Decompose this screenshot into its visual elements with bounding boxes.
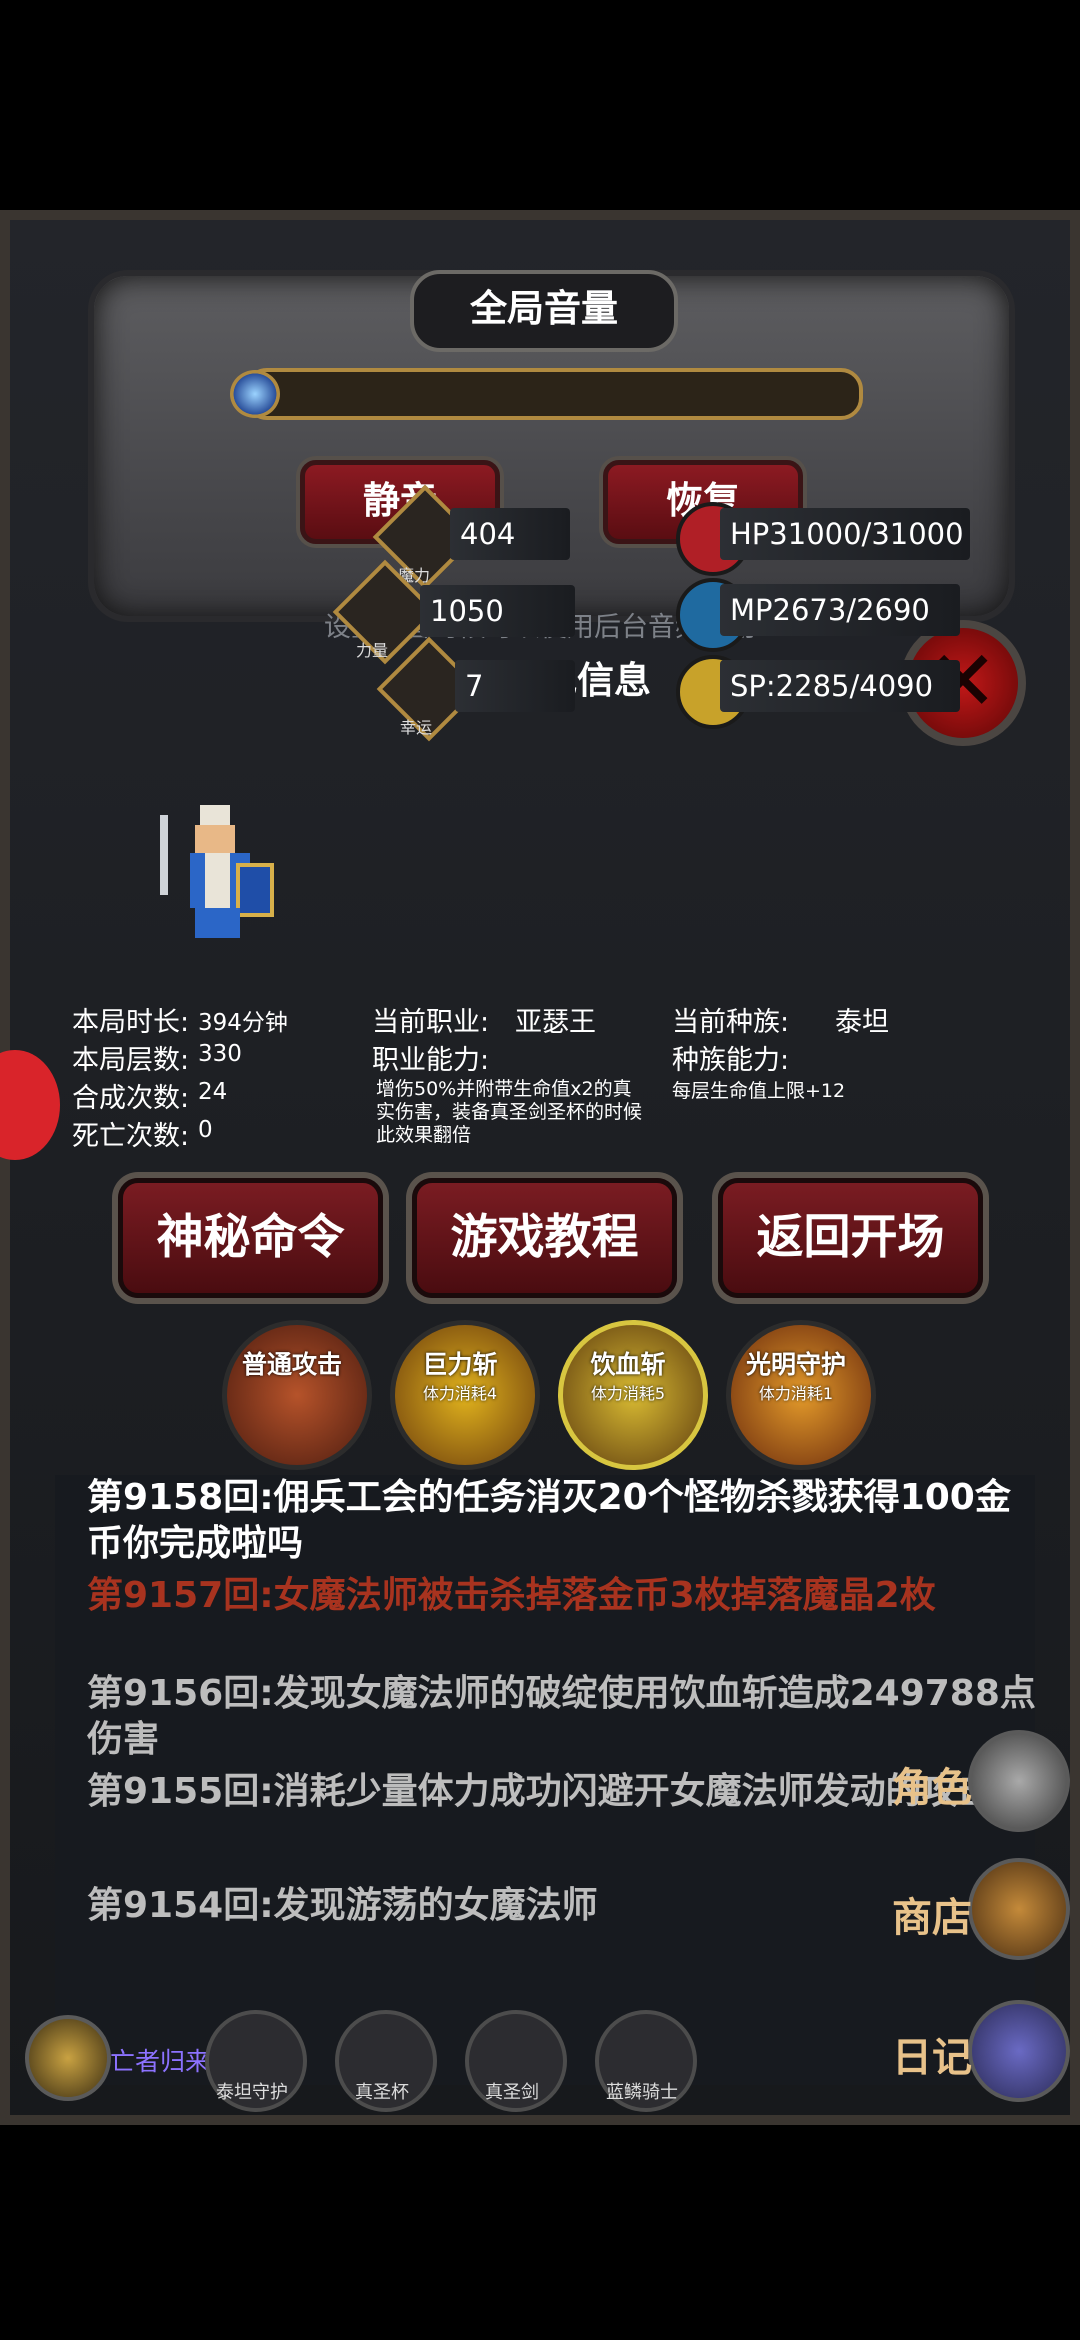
luck-stat-label: 幸运 <box>400 718 433 737</box>
item-label: 真圣剑 <box>485 2082 539 2103</box>
skill-name: 巨力斩 <box>422 1350 498 1379</box>
mp-value: MP2673/2690 <box>720 584 960 636</box>
skill-normal-attack[interactable] <box>222 1320 372 1470</box>
skill-cost: 体力消耗4 <box>422 1384 498 1403</box>
diary-button[interactable]: 日记 <box>892 2025 972 2083</box>
log-line: 第9158回:佣兵工会的任务消灭20个怪物杀戮获得100金币你完成啦吗 <box>87 1477 1011 1564</box>
skull-helmet-icon[interactable] <box>25 2015 111 2101</box>
job-ability-text: 增伤50%并附带生命值x2的真实伤害，装备真圣剑圣杯的时候此效果翻倍 <box>376 1078 643 1146</box>
race-value: 泰坦 <box>835 1007 889 1038</box>
power-stat-label: 力量 <box>356 641 389 660</box>
race-label: 当前种族: <box>672 1007 790 1038</box>
log-line: 第9157回:女魔法师被击杀掉落金币3枚掉落魔晶2枚 <box>87 1575 936 1616</box>
undead-return-label[interactable]: 亡者归来 <box>110 2042 210 2078</box>
race-ability-label: 种族能力: <box>672 1045 790 1076</box>
race-ability-text: 每层生命值上限+12 <box>672 1080 846 1102</box>
volume-title: 全局音量 <box>410 270 678 352</box>
item-label: 蓝鳞骑士 <box>606 2082 678 2103</box>
sp-value: SP:2285/4090 <box>720 660 960 712</box>
back-to-start-button[interactable]: 返回开场 <box>718 1178 983 1298</box>
job-ability-label: 职业能力: <box>372 1045 490 1076</box>
skill-name: 普通攻击 <box>241 1350 342 1379</box>
secret-command-button[interactable]: 神秘命令 <box>118 1178 383 1298</box>
game-screen: 全局音量 静音 恢复 设置静音时候可以使用后台音频应用 ✕ 当前角色信息 魔力 … <box>0 210 1080 2125</box>
job-label: 当前职业: <box>372 1007 490 1038</box>
volume-slider[interactable] <box>245 368 863 420</box>
job-value: 亚瑟王 <box>515 1007 596 1038</box>
craft-count-label: 合成次数: <box>72 1083 190 1114</box>
log-line: 第9156回:发现女魔法师的破绽使用饮血斩造成249788点伤害 <box>87 1673 1036 1760</box>
mug-icon[interactable] <box>968 1858 1070 1960</box>
skill-name: 饮血斩 <box>590 1350 666 1379</box>
skill-name: 光明守护 <box>745 1350 846 1379</box>
battle-log[interactable]: 第9158回:佣兵工会的任务消灭20个怪物杀戮获得100金币你完成啦吗 第915… <box>55 1475 1036 2085</box>
death-count-label: 死亡次数: <box>72 1121 190 1152</box>
power-stat-value: 1050 <box>420 585 575 637</box>
volume-slider-knob-icon[interactable] <box>230 370 280 418</box>
shop-button[interactable]: 商店 <box>892 1885 972 1943</box>
run-time-label: 本局时长: <box>72 1007 190 1038</box>
role-button[interactable]: 角色 <box>892 1755 972 1813</box>
hp-value: HP31000/31000 <box>720 508 970 560</box>
item-label: 泰坦守护 <box>216 2082 288 2103</box>
magic-stat-value: 404 <box>450 508 570 560</box>
run-floors-value: 330 <box>198 1041 242 1067</box>
luck-stat-value: 7 <box>455 660 575 712</box>
craft-count-value: 24 <box>198 1079 228 1105</box>
item-label: 真圣杯 <box>355 2082 409 2103</box>
skill-cost: 体力消耗5 <box>590 1384 666 1403</box>
hero-sprite-icon <box>160 805 274 938</box>
death-count-value: 0 <box>198 1117 213 1143</box>
book-icon[interactable] <box>968 2000 1070 2102</box>
run-floors-label: 本局层数: <box>72 1045 190 1076</box>
run-time-value: 394分钟 <box>198 1010 288 1036</box>
skill-cost: 体力消耗1 <box>758 1384 834 1403</box>
tutorial-button[interactable]: 游戏教程 <box>412 1178 677 1298</box>
helmet-icon[interactable] <box>968 1730 1070 1832</box>
